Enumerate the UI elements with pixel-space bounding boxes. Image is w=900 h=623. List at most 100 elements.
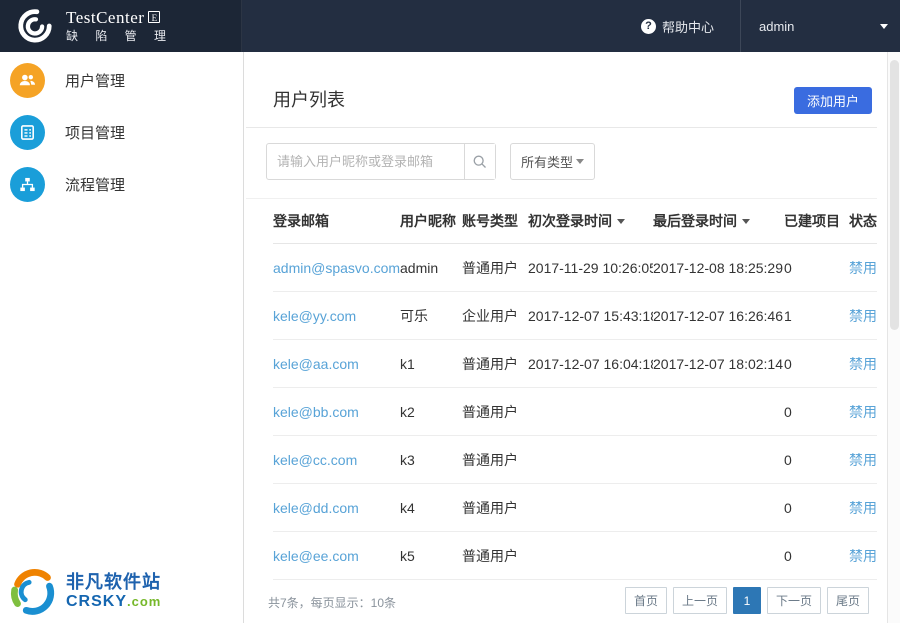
user-email-link[interactable]: kele@yy.com bbox=[273, 308, 356, 324]
search-input[interactable] bbox=[267, 144, 464, 179]
table-header-row: 登录邮箱 用户昵称 账号类型 初次登录时间 最后登录时间 已建项目 状态 bbox=[273, 199, 877, 244]
add-user-button[interactable]: 添加用户 bbox=[794, 87, 872, 114]
search-icon bbox=[472, 154, 488, 170]
disable-user-link[interactable]: 禁用 bbox=[849, 260, 877, 276]
col-type: 账号类型 bbox=[462, 211, 528, 231]
crsky-watermark-logo: 非凡软件站 CRSKY.com bbox=[4, 563, 161, 621]
watermark-name: 非凡软件站 bbox=[66, 573, 161, 593]
sidebar-item-label: 项目管理 bbox=[65, 122, 125, 143]
disable-user-link[interactable]: 禁用 bbox=[849, 452, 877, 468]
first-login-time: 2017-12-07 16:04:18 bbox=[528, 356, 653, 372]
user-nickname: k1 bbox=[400, 356, 462, 372]
user-email-link[interactable]: kele@cc.com bbox=[273, 452, 357, 468]
records-summary: 共7条，每页显示：10条 bbox=[268, 594, 396, 611]
account-type: 普通用户 bbox=[462, 354, 528, 374]
table-row: admin@spasvo.com admin 普通用户 2017-11-29 1… bbox=[273, 244, 877, 292]
pagination-next-button[interactable]: 下一页 bbox=[767, 587, 821, 614]
brand-subtitle: 缺 陷 管 理 bbox=[66, 30, 173, 44]
sidebar-nav: 用户管理 项目管理 bbox=[0, 52, 242, 623]
col-status: 状态 bbox=[849, 211, 877, 231]
pagination-first-button[interactable]: 首页 bbox=[625, 587, 667, 614]
pagination: 首页 上一页 1 下一页 尾页 bbox=[625, 587, 869, 614]
table-row: kele@bb.com k2 普通用户 0 禁用 bbox=[273, 388, 877, 436]
account-type: 企业用户 bbox=[462, 306, 528, 326]
last-login-time: 2017-12-08 18:25:29 bbox=[653, 260, 784, 276]
testcenter-swirl-icon bbox=[16, 7, 54, 45]
col-last-login-sort[interactable]: 最后登录时间 bbox=[653, 211, 784, 231]
projects-count: 0 bbox=[784, 356, 849, 372]
user-menu[interactable]: admin bbox=[740, 0, 900, 52]
sidebar-item-user-management[interactable]: 用户管理 bbox=[0, 54, 242, 106]
brand-logo: TestCenterE 缺 陷 管 理 bbox=[0, 0, 242, 52]
type-filter-select[interactable]: 所有类型 bbox=[510, 143, 595, 180]
chevron-down-icon bbox=[880, 24, 888, 29]
app-window: TestCenterE 缺 陷 管 理 帮助中心 admin bbox=[0, 0, 900, 623]
chevron-down-icon bbox=[576, 159, 584, 164]
first-login-time: 2017-12-07 15:43:18 bbox=[528, 308, 653, 324]
users-icon bbox=[10, 63, 45, 98]
user-nickname: k5 bbox=[400, 548, 462, 564]
main-panel: 用户列表 添加用户 所有类型 登录邮箱 用户昵称 bbox=[246, 52, 877, 623]
user-nickname: 可乐 bbox=[400, 306, 462, 326]
user-table: 登录邮箱 用户昵称 账号类型 初次登录时间 最后登录时间 已建项目 状态 adm… bbox=[246, 198, 877, 580]
user-email-link[interactable]: admin@spasvo.com bbox=[273, 260, 400, 276]
disable-user-link[interactable]: 禁用 bbox=[849, 308, 877, 324]
user-email-link[interactable]: kele@bb.com bbox=[273, 404, 359, 420]
col-email: 登录邮箱 bbox=[273, 211, 400, 231]
filter-bar: 所有类型 bbox=[246, 128, 877, 198]
sidebar-item-process-management[interactable]: 流程管理 bbox=[0, 158, 242, 210]
sidebar-divider bbox=[243, 52, 244, 623]
first-login-time: 2017-11-29 10:26:05 bbox=[528, 260, 653, 276]
sidebar-item-label: 流程管理 bbox=[65, 174, 125, 195]
account-type: 普通用户 bbox=[462, 258, 528, 278]
pagination-prev-button[interactable]: 上一页 bbox=[673, 587, 727, 614]
sort-caret-icon bbox=[742, 219, 750, 224]
table-footer: 共7条，每页显示：10条 首页 上一页 1 下一页 尾页 bbox=[246, 580, 877, 623]
table-row: kele@yy.com 可乐 企业用户 2017-12-07 15:43:18 … bbox=[273, 292, 877, 340]
question-circle-icon bbox=[641, 19, 656, 34]
disable-user-link[interactable]: 禁用 bbox=[849, 500, 877, 516]
pagination-page-1-button[interactable]: 1 bbox=[733, 587, 761, 614]
pagination-last-button[interactable]: 尾页 bbox=[827, 587, 869, 614]
account-type: 普通用户 bbox=[462, 546, 528, 566]
watermark-brand: CRSKY bbox=[66, 593, 127, 610]
disable-user-link[interactable]: 禁用 bbox=[849, 356, 877, 372]
search-button[interactable] bbox=[464, 144, 495, 179]
help-center-label: 帮助中心 bbox=[662, 17, 714, 36]
projects-count: 0 bbox=[784, 452, 849, 468]
user-nickname: k2 bbox=[400, 404, 462, 420]
type-filter-value: 所有类型 bbox=[521, 152, 573, 171]
flow-icon bbox=[10, 167, 45, 202]
user-email-link[interactable]: kele@aa.com bbox=[273, 356, 359, 372]
crsky-swirl-icon bbox=[4, 563, 62, 621]
vertical-scrollbar[interactable] bbox=[887, 52, 900, 623]
user-email-link[interactable]: kele@dd.com bbox=[273, 500, 359, 516]
page-title: 用户列表 bbox=[273, 86, 345, 112]
user-nickname: k4 bbox=[400, 500, 462, 516]
sidebar-item-project-management[interactable]: 项目管理 bbox=[0, 106, 242, 158]
projects-count: 0 bbox=[784, 500, 849, 516]
user-nickname: admin bbox=[400, 260, 462, 276]
search-box bbox=[266, 143, 496, 180]
projects-count: 0 bbox=[784, 548, 849, 564]
projects-count: 0 bbox=[784, 404, 849, 420]
disable-user-link[interactable]: 禁用 bbox=[849, 548, 877, 564]
disable-user-link[interactable]: 禁用 bbox=[849, 404, 877, 420]
help-center-link[interactable]: 帮助中心 bbox=[641, 17, 714, 36]
sidebar-item-label: 用户管理 bbox=[65, 70, 125, 91]
table-row: kele@cc.com k3 普通用户 0 禁用 bbox=[273, 436, 877, 484]
username-label: admin bbox=[759, 19, 794, 34]
project-icon bbox=[10, 115, 45, 150]
table-row: kele@aa.com k1 普通用户 2017-12-07 16:04:18 … bbox=[273, 340, 877, 388]
brand-badge: E bbox=[148, 11, 160, 23]
sort-caret-icon bbox=[617, 219, 625, 224]
projects-count: 0 bbox=[784, 260, 849, 276]
scrollbar-thumb[interactable] bbox=[890, 60, 899, 330]
account-type: 普通用户 bbox=[462, 402, 528, 422]
user-email-link[interactable]: kele@ee.com bbox=[273, 548, 359, 564]
col-projects: 已建项目 bbox=[784, 211, 849, 231]
projects-count: 1 bbox=[784, 308, 849, 324]
account-type: 普通用户 bbox=[462, 450, 528, 470]
col-first-login-sort[interactable]: 初次登录时间 bbox=[528, 211, 653, 231]
col-nickname: 用户昵称 bbox=[400, 211, 462, 231]
